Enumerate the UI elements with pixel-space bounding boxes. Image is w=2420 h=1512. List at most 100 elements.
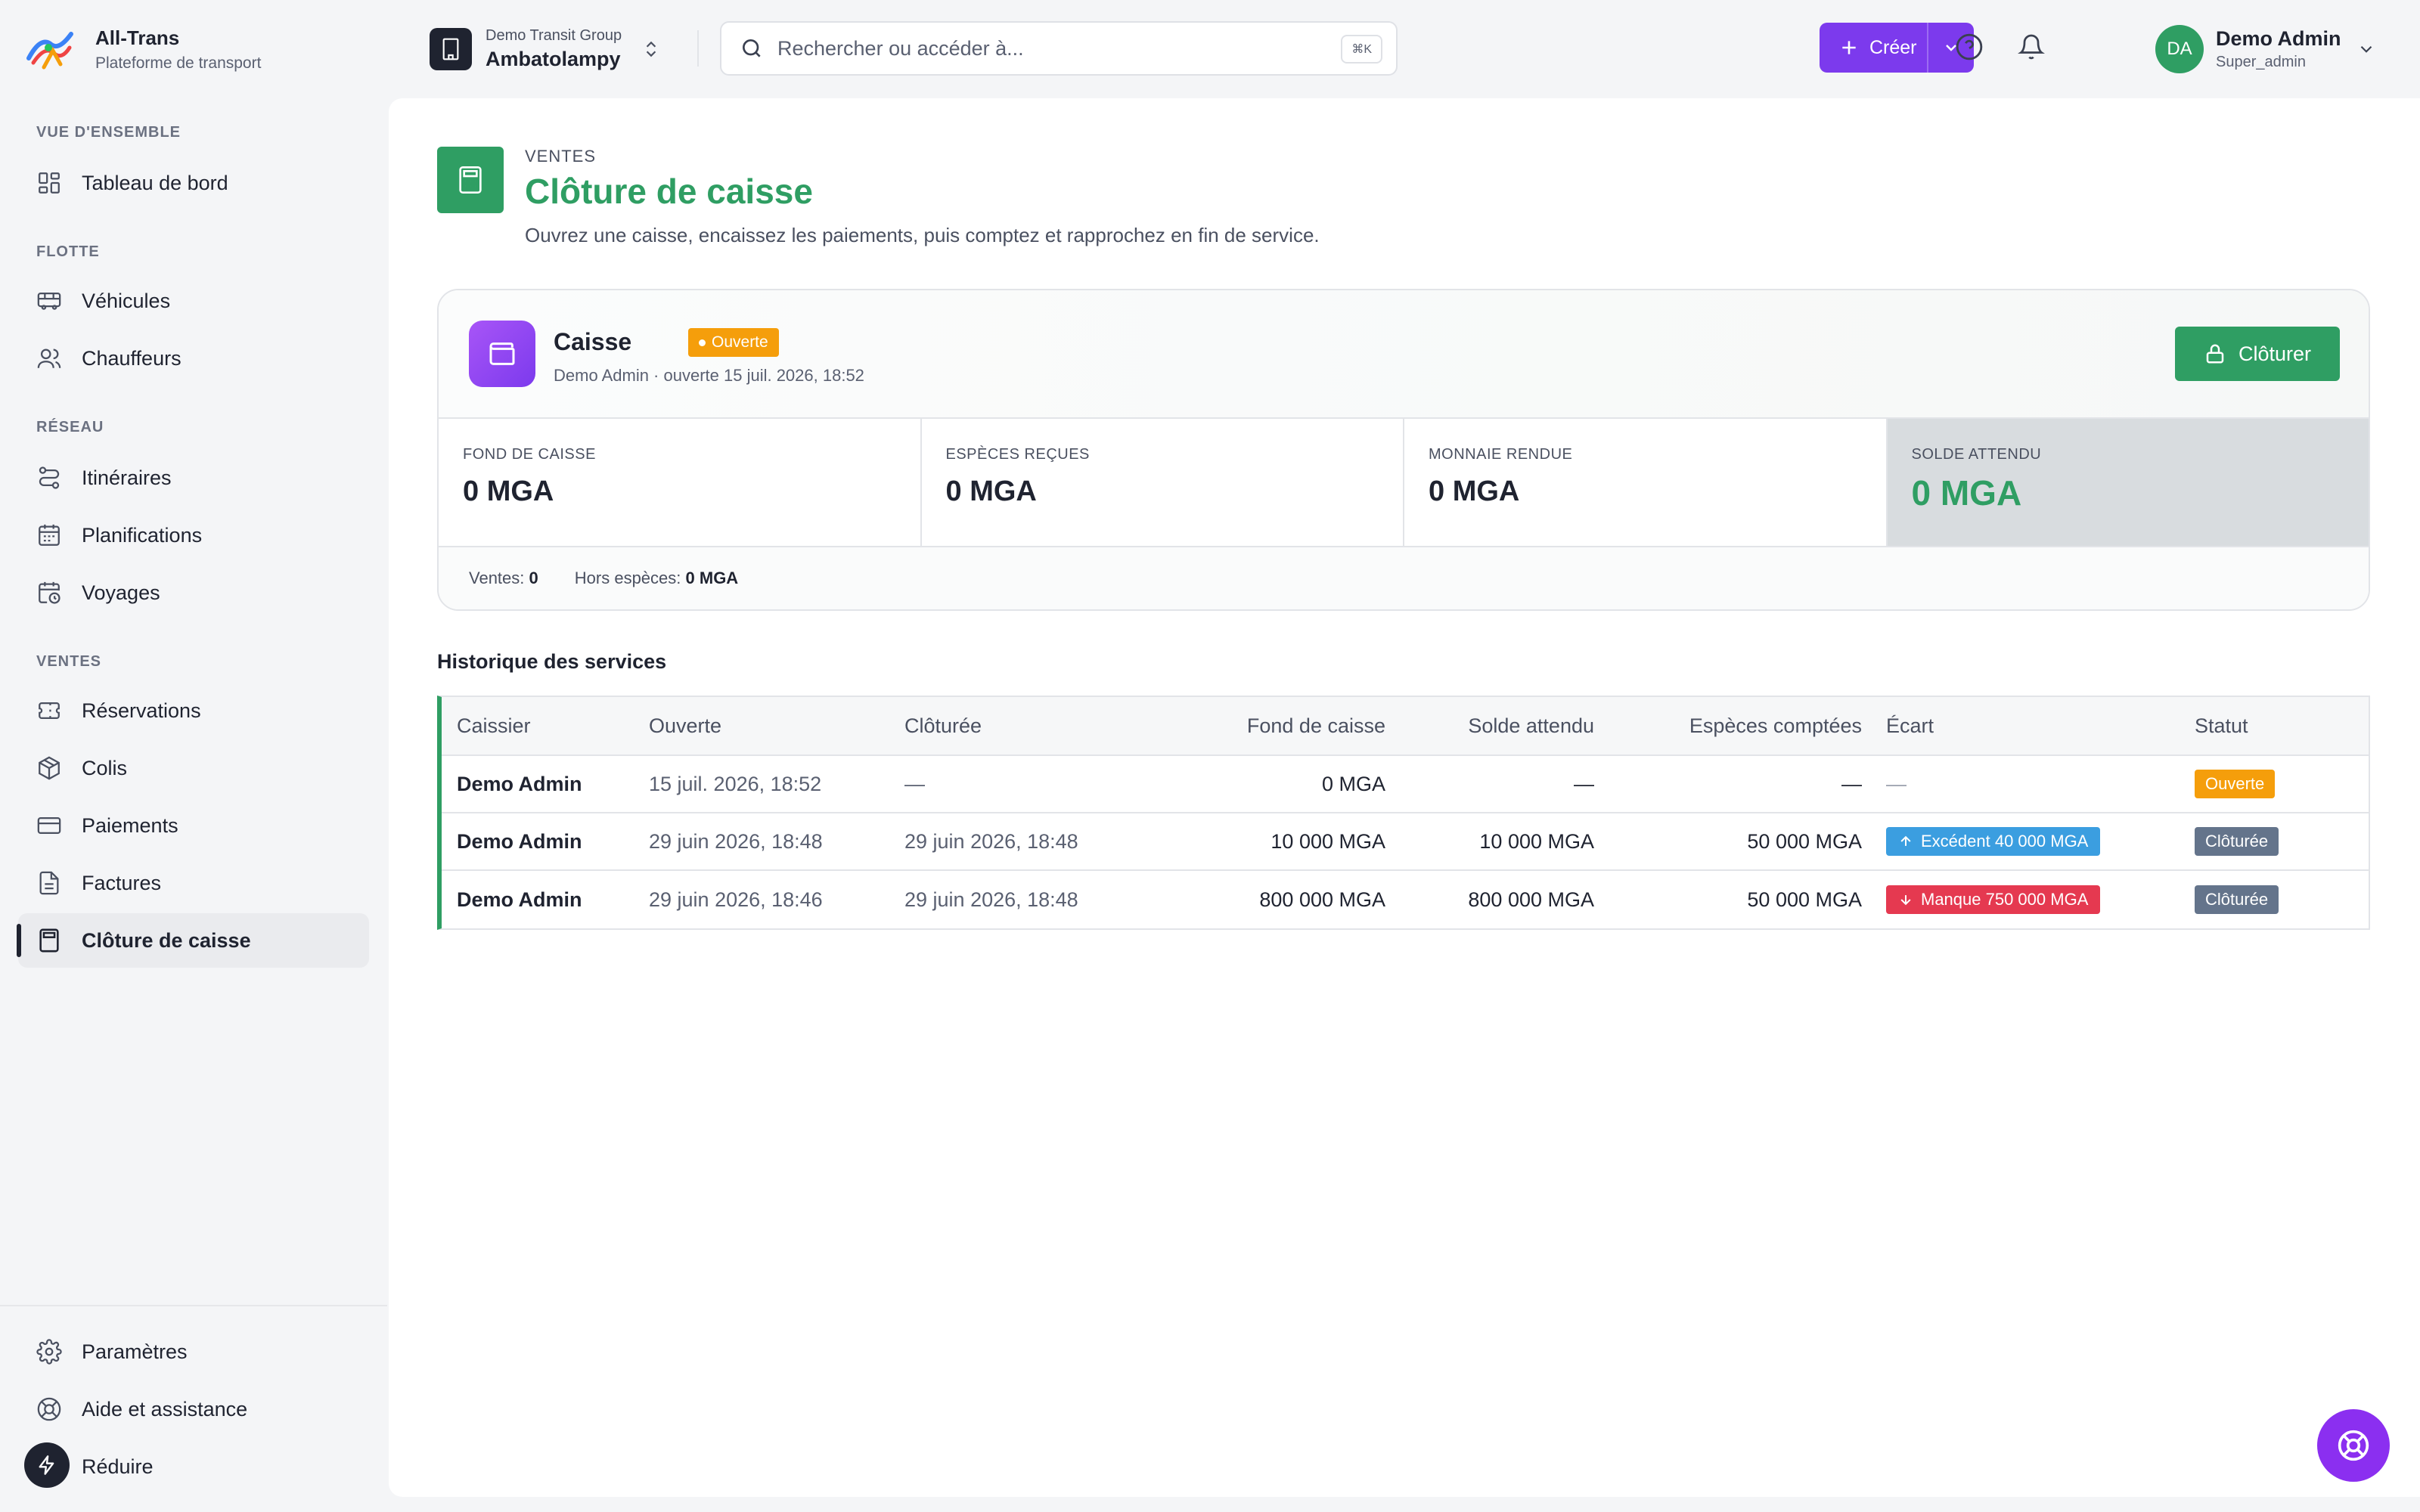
cell-closed: 29 juin 2026, 18:48 xyxy=(904,888,1078,911)
brand[interactable]: All-Trans Plateforme de transport xyxy=(26,23,261,76)
sidebar-item-vehicles[interactable]: Véhicules xyxy=(18,274,369,328)
nav-section-sales: VENTES xyxy=(36,653,102,670)
sidebar-item-payments[interactable]: Paiements xyxy=(18,798,369,853)
bolt-button[interactable] xyxy=(24,1442,70,1488)
cell-opened: 15 juil. 2026, 18:52 xyxy=(649,772,822,795)
support-fab-button[interactable] xyxy=(2317,1409,2390,1482)
cell-float: 0 MGA xyxy=(1321,772,1385,795)
create-label: Créer xyxy=(1869,36,1917,58)
sidebar-item-label: Aide et assistance xyxy=(82,1397,248,1421)
close-register-label: Clôturer xyxy=(2238,342,2312,365)
sidebar-item-label: Paiements xyxy=(82,813,178,837)
notifications-button[interactable] xyxy=(2015,30,2048,64)
arrow-up-icon xyxy=(1900,835,1911,846)
sidebar-item-cash-closing[interactable]: Clôture de caisse xyxy=(17,913,369,968)
sidebar-item-dashboard[interactable]: Tableau de bord xyxy=(18,156,369,210)
credit-card-icon xyxy=(37,816,61,835)
cell-diff: — xyxy=(1886,772,1907,795)
column-header[interactable]: Caissier xyxy=(442,714,635,738)
column-header[interactable]: Statut xyxy=(2195,714,2369,738)
search-shortcut: ⌘K xyxy=(1341,35,1382,64)
sidebar-item-collapse[interactable]: Réduire xyxy=(18,1439,369,1494)
search-bar[interactable]: ⌘K xyxy=(720,21,1398,76)
sidebar-item-reservations[interactable]: Réservations xyxy=(18,683,369,738)
non-cash-label: Hors espèces: xyxy=(574,569,681,587)
calculator-icon xyxy=(39,928,59,953)
cell-diff: Excédent 40 000 MGA xyxy=(1921,832,2089,850)
help-circle-icon xyxy=(1956,33,1983,60)
table-row[interactable]: Demo Admin 29 juin 2026, 18:48 29 juin 2… xyxy=(442,813,2369,871)
cell-float: 10 000 MGA xyxy=(1270,829,1385,853)
column-header[interactable]: Espèces comptées xyxy=(1594,714,1862,738)
sidebar-item-trips[interactable]: Voyages xyxy=(18,565,369,620)
sidebar-item-label: Véhicules xyxy=(82,289,171,312)
calendar-icon xyxy=(39,524,60,546)
sidebar-item-label: Clôture de caisse xyxy=(82,928,251,952)
calendar-clock-icon xyxy=(39,581,60,604)
stat-label: ESPÈCES REÇUES xyxy=(945,446,1090,463)
sidebar-item-parcels[interactable]: Colis xyxy=(18,741,369,795)
stat-label: FOND DE CAISSE xyxy=(463,446,596,463)
sidebar-item-label: Réduire xyxy=(82,1455,154,1478)
user-name: Demo Admin xyxy=(2216,27,2341,50)
column-header[interactable]: Solde attendu xyxy=(1385,714,1594,738)
column-header[interactable]: Clôturée xyxy=(904,714,1124,738)
column-header[interactable]: Fond de caisse xyxy=(1124,714,1385,738)
create-button[interactable]: Créer xyxy=(1820,23,1974,73)
sidebar-item-drivers[interactable]: Chauffeurs xyxy=(18,331,369,386)
sidebar-item-invoices[interactable]: Factures xyxy=(18,856,369,910)
gear-icon xyxy=(36,1339,62,1365)
sidebar-item-routes[interactable]: Itinéraires xyxy=(18,451,369,505)
stat-expected-balance: SOLDE ATTENDU 0 MGA xyxy=(1887,419,2369,546)
user-menu[interactable]: DA Demo Admin Super_admin xyxy=(2155,23,2376,76)
arrow-down-icon xyxy=(1900,895,1911,906)
search-icon xyxy=(743,39,761,57)
cell-opened: 29 juin 2026, 18:46 xyxy=(649,888,823,911)
sidebar-item-schedules[interactable]: Planifications xyxy=(18,508,369,562)
sidebar-item-label: Colis xyxy=(82,756,128,779)
diff-badge-shortage: Manque 750 000 MGA xyxy=(1886,885,2101,914)
status-badge: Ouverte xyxy=(2195,770,2276,798)
sidebar-divider xyxy=(0,1305,387,1306)
cell-closed: — xyxy=(904,772,925,795)
status-badge: Clôturée xyxy=(2195,885,2279,914)
package-icon xyxy=(39,756,60,780)
chevron-up-down-icon xyxy=(646,41,656,57)
sidebar-item-help[interactable]: Aide et assistance xyxy=(18,1382,369,1436)
org-switcher[interactable]: Demo Transit Group Ambatolampy xyxy=(430,23,661,76)
create-main-button[interactable]: Créer xyxy=(1820,23,1928,73)
close-register-button[interactable]: Clôturer xyxy=(2175,327,2340,381)
building-icon xyxy=(430,28,472,70)
stat-value: 0 MGA xyxy=(1429,476,1520,507)
help-button[interactable] xyxy=(1953,30,1986,64)
bus-icon xyxy=(37,292,61,310)
avatar: DA xyxy=(2155,25,2204,73)
sidebar-item-settings[interactable]: Paramètres xyxy=(18,1325,369,1379)
page-subtitle: Ouvrez une caisse, encaissez les paiemen… xyxy=(525,224,1320,246)
wallet-icon xyxy=(469,321,535,387)
chevron-down-icon xyxy=(2360,45,2372,53)
cell-expected: 10 000 MGA xyxy=(1479,829,1594,853)
cell-diff: Manque 750 000 MGA xyxy=(1921,890,2089,909)
stat-label: MONNAIE RENDUE xyxy=(1429,446,1573,463)
stat-cash-received: ESPÈCES REÇUES 0 MGA xyxy=(922,419,1404,546)
nav-section-overview: VUE D'ENSEMBLE xyxy=(36,124,182,141)
column-header[interactable]: Ouverte xyxy=(635,714,904,738)
nav-section-fleet: FLOTTE xyxy=(36,243,100,260)
sidebar-item-label: Chauffeurs xyxy=(82,346,182,370)
table-row[interactable]: Demo Admin 29 juin 2026, 18:46 29 juin 2… xyxy=(442,871,2369,928)
search-input[interactable] xyxy=(777,36,1396,60)
table-row[interactable]: Demo Admin 15 juil. 2026, 18:52 — 0 MGA … xyxy=(442,756,2369,813)
register-name: Caisse xyxy=(554,328,632,355)
lifebuoy-icon xyxy=(2338,1430,2369,1461)
brand-name: All-Trans xyxy=(95,26,180,49)
sales-label: Ventes: xyxy=(469,569,525,587)
header-divider xyxy=(697,30,699,67)
cell-expected: — xyxy=(1574,772,1594,795)
status-badge: Clôturée xyxy=(2195,827,2279,856)
stat-value: 0 MGA xyxy=(463,476,554,507)
stat-float: FOND DE CAISSE 0 MGA xyxy=(439,419,922,546)
register-footer: Ventes: 0 Hors espèces: 0 MGA xyxy=(439,547,2369,609)
column-header[interactable]: Écart xyxy=(1862,714,2195,738)
cell-expected: 800 000 MGA xyxy=(1468,888,1594,911)
